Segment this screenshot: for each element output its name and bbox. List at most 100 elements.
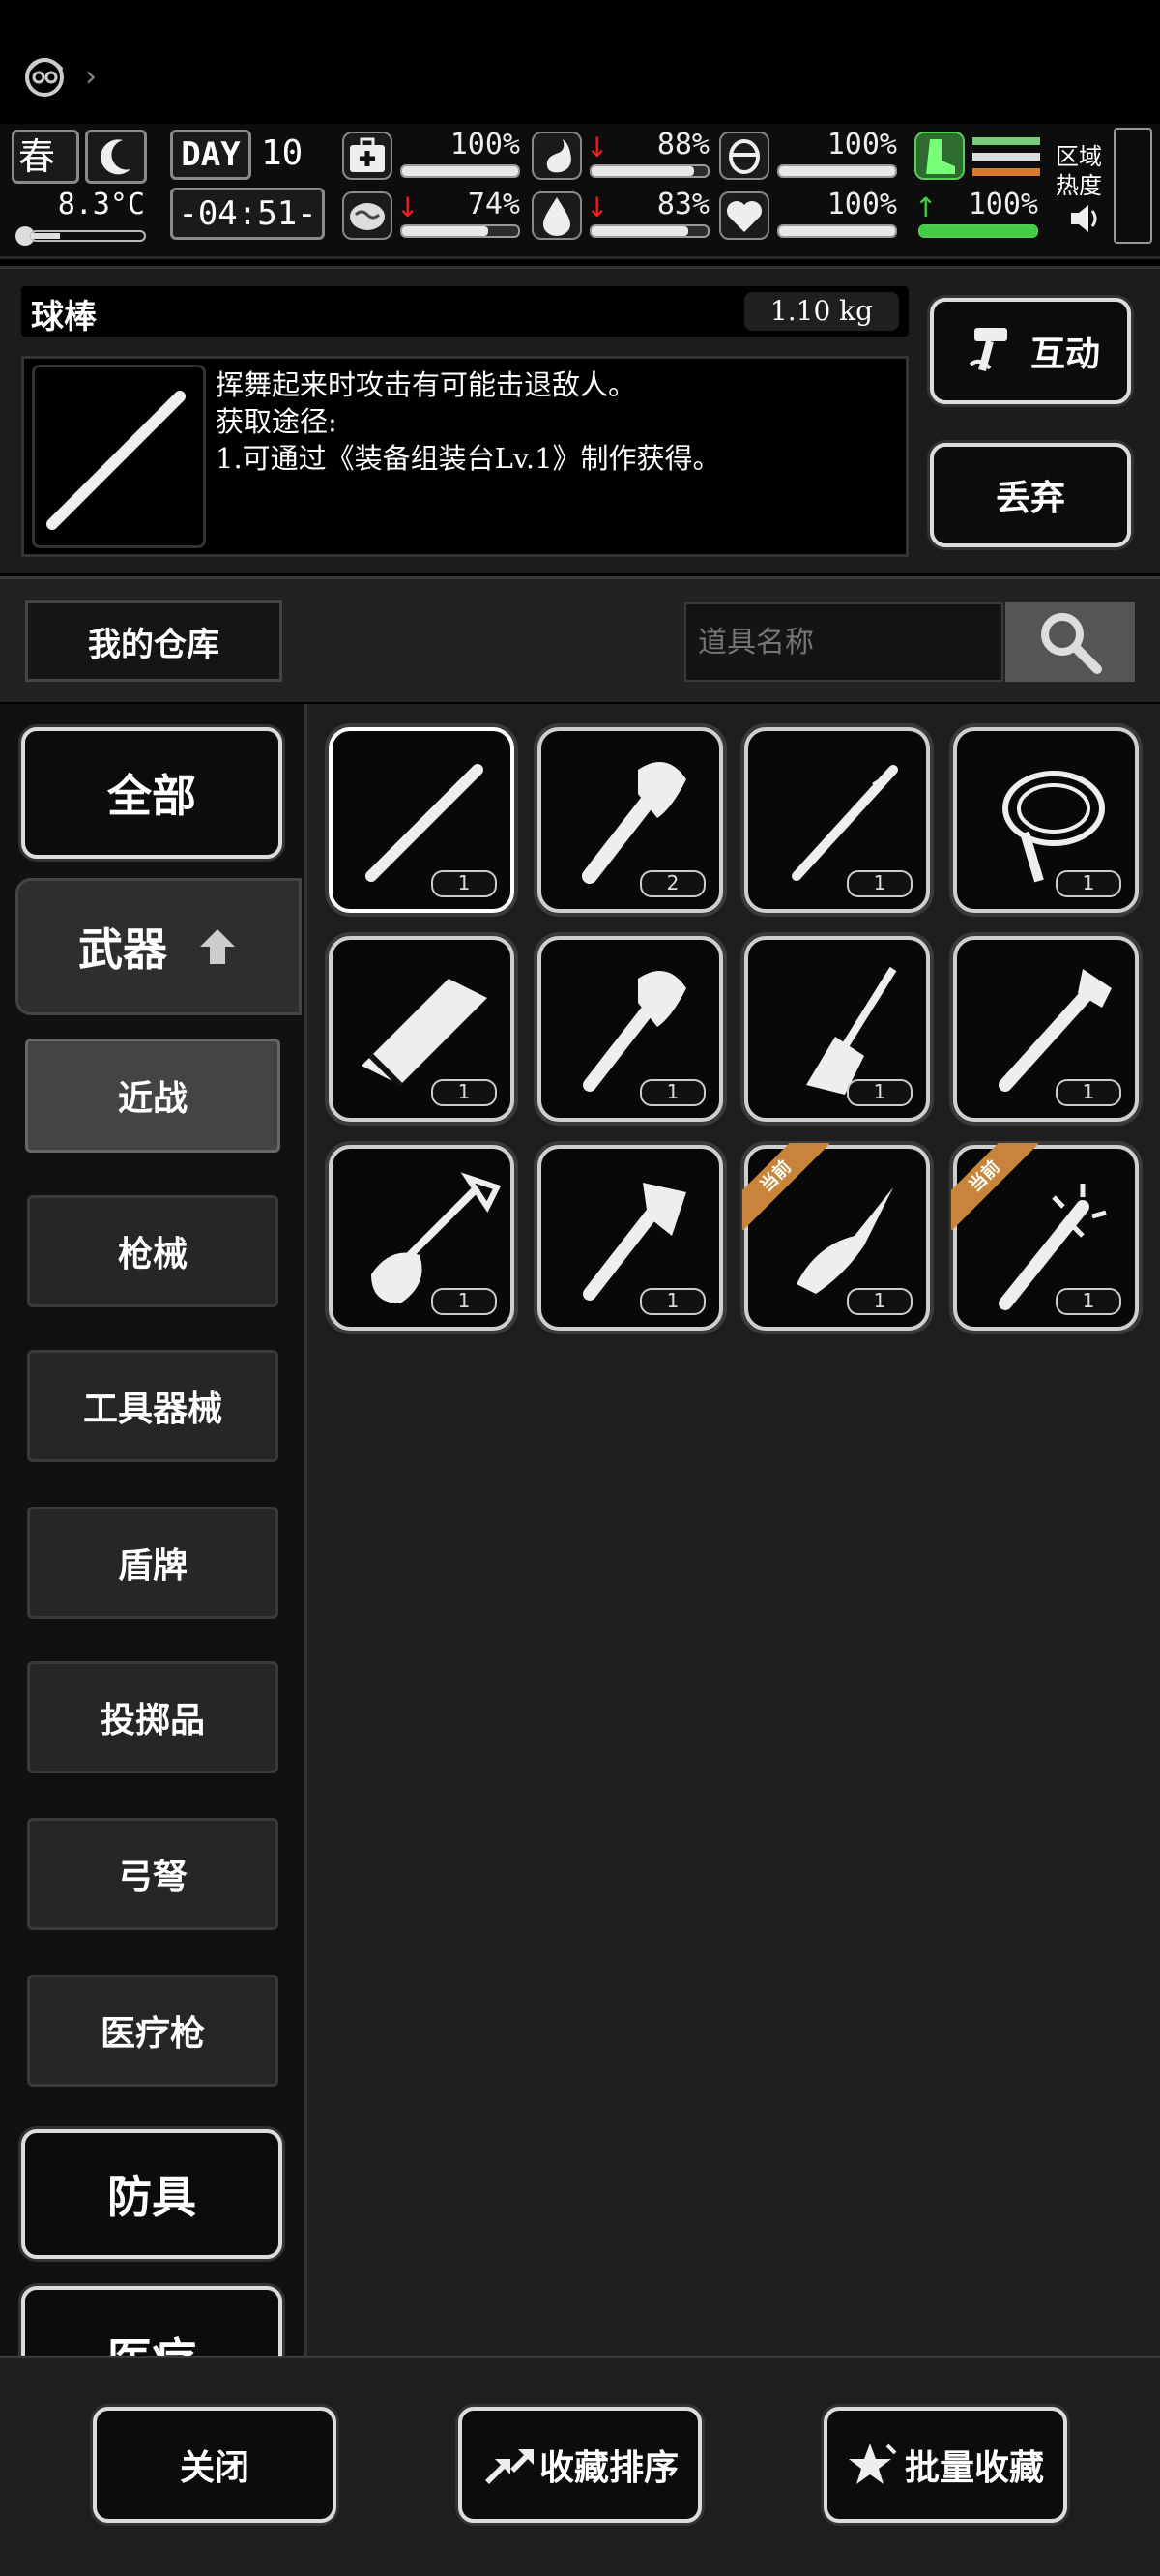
sort-favorites-label: 收藏排序	[538, 2447, 679, 2488]
stomach-icon	[532, 132, 582, 180]
sanity-value: 74%	[467, 188, 520, 221]
item-quantity: 1	[640, 1079, 706, 1106]
thirst-value: 83%	[656, 188, 710, 221]
item-slot[interactable]: 1	[329, 936, 514, 1122]
day-label: DAY	[170, 130, 251, 180]
item-quantity: 1	[1056, 1288, 1121, 1315]
item-quantity: 1	[640, 1288, 706, 1315]
item-weight: 1.10 kg	[744, 292, 899, 331]
item-grid: 1 2 1 1 1 1 1 1 1 1 当前 1 当前 1	[304, 704, 1160, 2356]
brain-icon	[342, 191, 392, 240]
health-bar	[400, 164, 520, 178]
item-detail-panel: 球棒 1.10 kg 挥舞起来时攻击有可能击退敌人。 获取途径: 1.可通过《装…	[0, 266, 1160, 573]
item-slot[interactable]: 1	[953, 936, 1139, 1122]
item-slot[interactable]: 当前 1	[742, 1143, 930, 1331]
sanity-bar	[400, 224, 520, 238]
batch-favorite-label: 批量收藏	[904, 2447, 1044, 2488]
stamina-value: 100%	[826, 128, 897, 161]
search-input[interactable]	[684, 602, 1003, 682]
chevron-right-icon[interactable]: ›	[85, 60, 104, 95]
search-icon	[1041, 613, 1102, 674]
item-slot-selected[interactable]: 1	[329, 727, 514, 913]
subcategory-tools[interactable]: 工具器械	[27, 1350, 278, 1462]
stamina-bar	[777, 164, 897, 178]
baseball-bat-icon	[46, 391, 186, 530]
zone-heat-meter	[1114, 128, 1152, 244]
item-name: 球棒	[31, 298, 97, 337]
discard-button[interactable]: 丢弃	[930, 443, 1131, 547]
subcategory-firearms[interactable]: 枪械	[27, 1195, 278, 1307]
item-quantity: 2	[640, 870, 706, 897]
down-arrow-icon: ↓	[396, 191, 420, 223]
category-medical[interactable]: 医疗	[21, 2286, 282, 2356]
subcategory-shield[interactable]: 盾牌	[27, 1507, 278, 1619]
subcategory-bows[interactable]: 弓弩	[27, 1818, 278, 1930]
current-badge: 当前	[742, 1143, 829, 1230]
item-slot[interactable]: 1	[744, 936, 930, 1122]
interact-button[interactable]: 互动	[930, 298, 1131, 404]
sort-arrows-icon	[484, 2449, 534, 2484]
current-badge: 当前	[951, 1143, 1038, 1230]
hunger-bar	[590, 164, 710, 178]
mood-bar	[777, 224, 897, 238]
item-slot[interactable]: 2	[537, 727, 723, 913]
category-sidebar: 全部 武器 近战 枪械 工具器械 盾牌 投掷品 弓弩 医疗枪 防具 医疗	[0, 704, 304, 2356]
stamina-icon	[719, 132, 769, 180]
avatar-icon[interactable]	[17, 48, 75, 106]
subcategory-medgun[interactable]: 医疗枪	[27, 1975, 278, 2087]
top-bar: ›	[0, 0, 1160, 124]
star-icon	[848, 2444, 897, 2484]
item-quantity: 1	[847, 870, 913, 897]
speaker-icon[interactable]	[1065, 199, 1104, 238]
down-arrow-icon: ↓	[586, 191, 609, 223]
clock-display: -04:51-	[170, 188, 325, 240]
item-slot[interactable]: 1	[537, 1145, 723, 1331]
item-quantity: 1	[847, 1288, 913, 1315]
item-description-line: 挥舞起来时攻击有可能击退敌人。	[216, 368, 637, 401]
category-all[interactable]: 全部	[21, 727, 282, 859]
item-slot[interactable]: 1	[329, 1145, 514, 1331]
thirst-fill	[592, 226, 688, 236]
item-slot[interactable]: 1	[953, 727, 1139, 913]
item-slot[interactable]: 1	[744, 727, 930, 913]
water-drop-icon	[532, 191, 582, 240]
hunger-fill	[592, 166, 694, 176]
storage-title: 我的仓库	[25, 600, 282, 682]
status-bar: 春 8.3°C DAY 10 -04:51- 100% ↓ 74% ↓ 88% …	[0, 124, 1160, 259]
interact-label: 互动	[1030, 334, 1100, 374]
temperature-value: 8.3°C	[57, 188, 145, 221]
item-slot[interactable]: 当前 1	[951, 1143, 1139, 1331]
hammer-hand-icon	[969, 328, 1007, 372]
item-title-bar: 球棒 1.10 kg	[21, 286, 909, 337]
mood-fill	[779, 226, 895, 236]
stamina-fill	[779, 166, 895, 176]
day-number: 10	[261, 133, 304, 173]
item-slot[interactable]: 1	[537, 936, 723, 1122]
item-quantity: 1	[431, 1079, 497, 1106]
item-info-box: 挥舞起来时攻击有可能击退敌人。 获取途径: 1.可通过《装备组装台Lv.1》制作…	[21, 356, 909, 557]
speed-line	[972, 168, 1040, 176]
subcategory-throwables[interactable]: 投掷品	[27, 1661, 278, 1773]
speed-bar	[918, 224, 1038, 238]
speed-value: 100%	[968, 188, 1038, 221]
moon-icon	[85, 130, 147, 184]
search-button[interactable]	[1005, 602, 1135, 682]
batch-favorite-button[interactable]: 批量收藏	[824, 2407, 1067, 2523]
category-weapons[interactable]: 武器	[15, 878, 302, 1015]
category-armor[interactable]: 防具	[21, 2129, 282, 2259]
subcategory-melee[interactable]: 近战	[25, 1039, 280, 1153]
item-quantity: 1	[431, 1288, 497, 1315]
boot-icon	[914, 132, 965, 180]
item-description-line: 获取途径:	[216, 405, 337, 438]
heart-icon	[719, 191, 769, 240]
mood-value: 100%	[826, 188, 897, 221]
zone-heat-label-2: 热度	[1056, 172, 1102, 199]
speed-line	[972, 137, 1040, 145]
item-preview	[32, 365, 206, 548]
health-fill	[402, 166, 518, 176]
item-quantity: 1	[431, 870, 497, 897]
sort-favorites-button[interactable]: 收藏排序	[458, 2407, 702, 2523]
close-button[interactable]: 关闭	[93, 2407, 336, 2523]
down-arrow-icon: ↓	[586, 132, 609, 163]
speed-line	[972, 153, 1040, 161]
